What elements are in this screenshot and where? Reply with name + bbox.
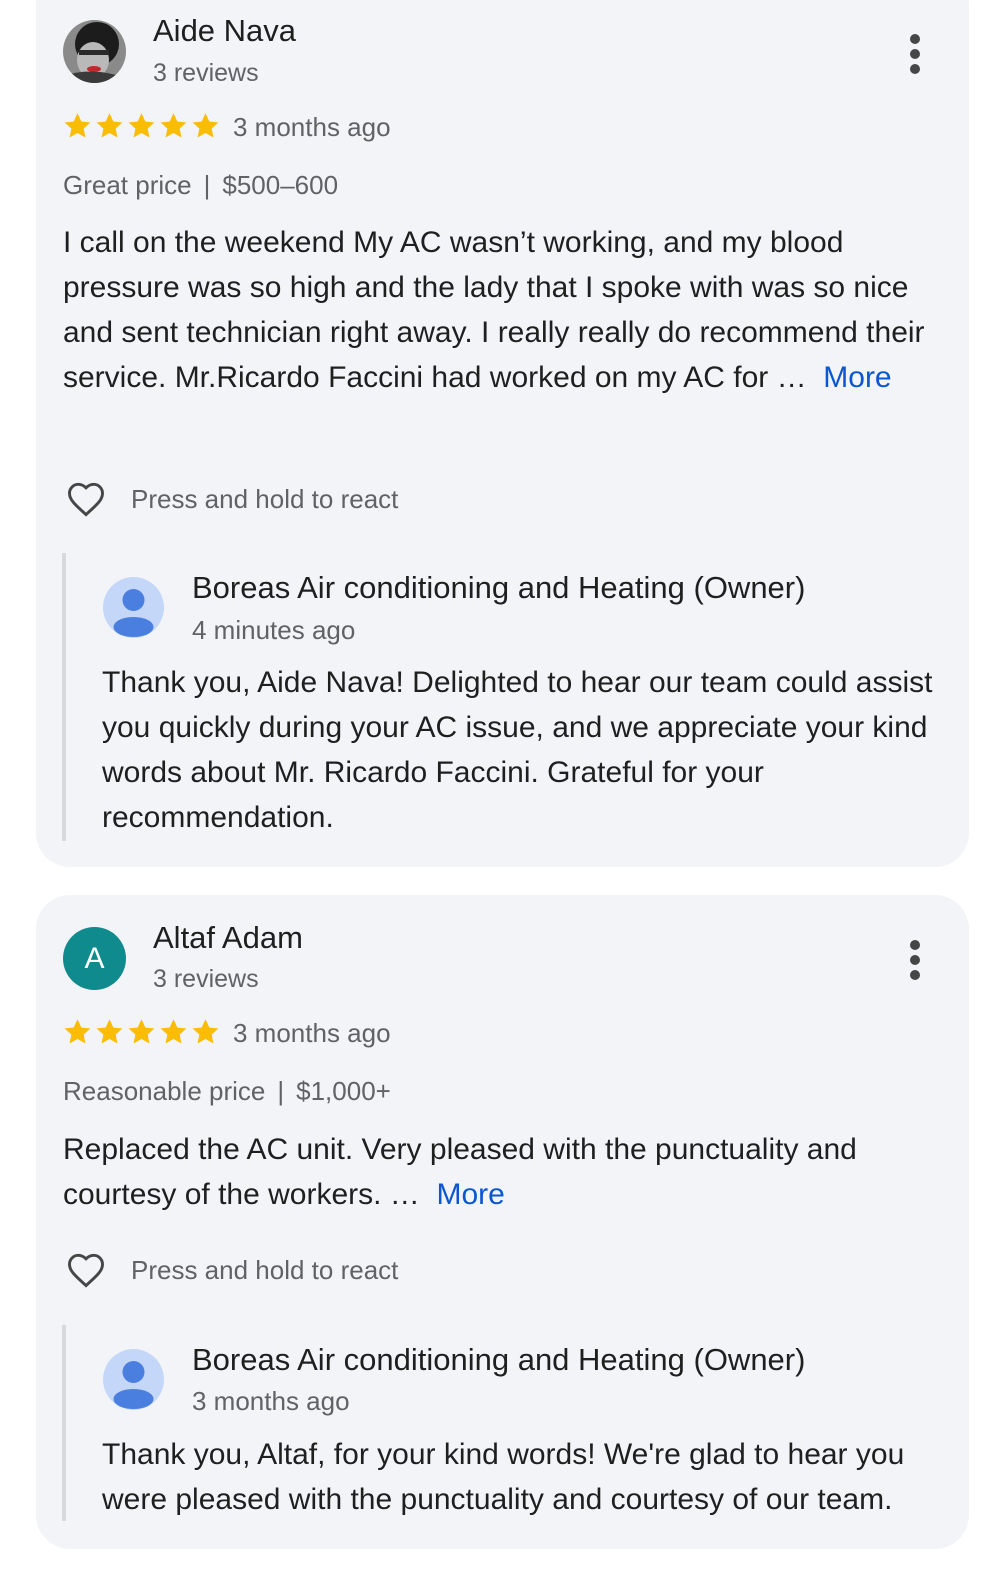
star-rating — [62, 1017, 221, 1047]
review-date: 3 months ago — [233, 112, 391, 142]
price-info: Great price | $500–600 — [63, 170, 339, 200]
review-text-content: I call on the weekend My AC wasn’t worki… — [63, 226, 925, 394]
owner-avatar — [103, 1349, 164, 1410]
react-button[interactable]: Press and hold to react — [63, 1248, 398, 1292]
reviewer-avatar[interactable]: A — [63, 927, 126, 990]
price-range: $1,000+ — [296, 1076, 391, 1106]
reviewer-avatar[interactable] — [63, 20, 126, 83]
star-icon — [192, 1019, 219, 1044]
star-icon — [160, 113, 187, 138]
star-icon — [160, 1019, 187, 1044]
owner-name: Boreas Air conditioning and Heating (Own… — [192, 570, 806, 605]
reviewer-name[interactable]: Altaf Adam — [153, 920, 303, 956]
owner-name: Boreas Air conditioning and Heating (Own… — [192, 1342, 806, 1377]
react-label: Press and hold to react — [131, 483, 399, 514]
owner-reply-date: 4 minutes ago — [192, 615, 356, 645]
review-text: Replaced the AC unit. Very pleased with … — [63, 1127, 943, 1217]
price-label: Great price — [63, 170, 192, 200]
star-icon — [64, 1019, 91, 1044]
reply-divider — [62, 1325, 66, 1521]
owner-reply-text: Thank you, Aide Nava! Delighted to hear … — [102, 666, 933, 834]
more-link[interactable]: More — [823, 361, 891, 394]
review-date: 3 months ago — [233, 1018, 391, 1048]
owner-reply-date: 3 months ago — [192, 1386, 350, 1416]
star-rating — [62, 111, 221, 141]
more-link[interactable]: More — [436, 1178, 504, 1211]
reply-divider — [62, 553, 66, 841]
heart-outline-icon — [68, 1253, 104, 1288]
reviewer-name[interactable]: Aide Nava — [153, 13, 296, 49]
heart-outline-icon — [68, 482, 104, 517]
star-icon — [128, 1019, 155, 1044]
price-range: $500–600 — [222, 170, 339, 200]
react-label: Press and hold to react — [131, 1254, 399, 1285]
reviewer-review-count: 3 reviews — [153, 965, 259, 993]
price-label: Reasonable price — [63, 1076, 266, 1106]
owner-reply-text: Thank you, Altaf, for your kind words! W… — [102, 1438, 905, 1516]
owner-avatar — [103, 577, 164, 638]
react-button[interactable]: Press and hold to react — [63, 477, 398, 521]
more-vert-icon[interactable] — [902, 937, 928, 987]
reviewer-review-count: 3 reviews — [153, 59, 259, 87]
review-card: Aide Nava 3 reviews 3 months ago Great p… — [36, 0, 969, 867]
person-icon — [113, 589, 154, 637]
star-icon — [96, 1019, 123, 1044]
star-icon — [64, 113, 91, 138]
review-card: A Altaf Adam 3 reviews 3 months ago Reas… — [36, 895, 969, 1549]
price-info: Reasonable price | $1,000+ — [63, 1076, 391, 1106]
star-icon — [192, 113, 219, 138]
star-icon — [128, 113, 155, 138]
star-icon — [96, 113, 123, 138]
review-text: I call on the weekend My AC wasn’t worki… — [63, 220, 943, 400]
more-vert-icon[interactable] — [902, 31, 928, 81]
person-icon — [113, 1361, 154, 1409]
